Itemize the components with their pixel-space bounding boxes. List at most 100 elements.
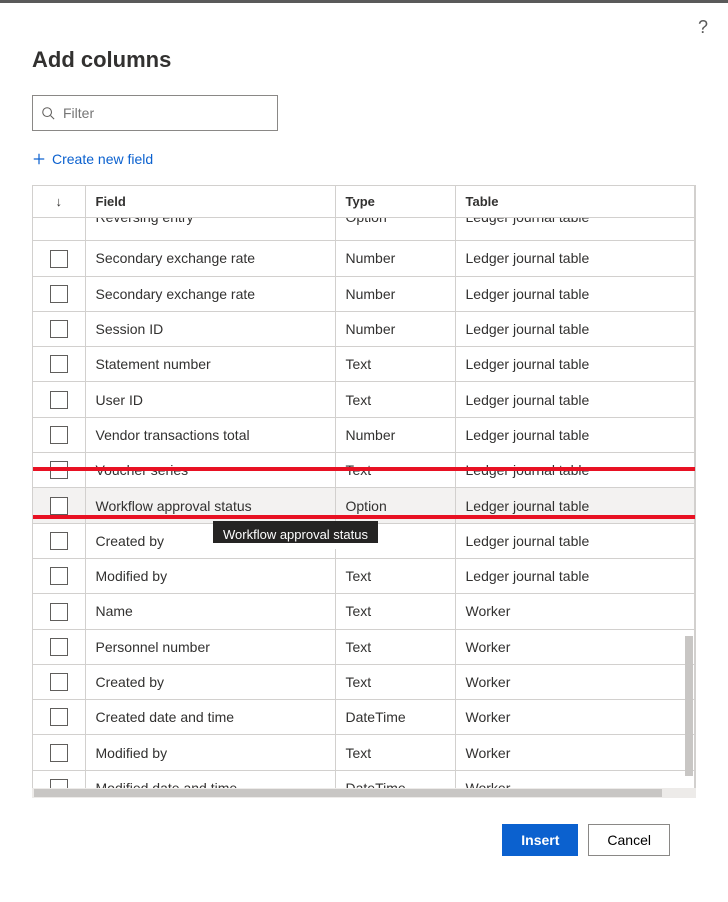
table-cell: Ledger journal table bbox=[455, 417, 695, 452]
table-row[interactable]: Voucher seriesTextLedger journal table bbox=[33, 453, 695, 488]
horizontal-scrollbar-thumb[interactable] bbox=[34, 789, 662, 797]
row-checkbox[interactable] bbox=[50, 320, 68, 338]
cancel-button[interactable]: Cancel bbox=[588, 824, 670, 856]
create-new-field-label: Create new field bbox=[52, 151, 153, 167]
row-checkbox[interactable] bbox=[50, 250, 68, 268]
field-cell: Created date and time bbox=[85, 700, 335, 735]
field-cell: Session ID bbox=[85, 311, 335, 346]
row-checkbox[interactable] bbox=[50, 744, 68, 762]
insert-button[interactable]: Insert bbox=[502, 824, 578, 856]
table-row[interactable]: Modified byTextLedger journal table bbox=[33, 558, 695, 593]
field-cell: Created by bbox=[85, 664, 335, 699]
field-cell: User ID bbox=[85, 382, 335, 417]
table-cell: Ledger journal table bbox=[455, 488, 695, 523]
columns-table-wrap: ↓ Field Type Table Reversing entry Optio… bbox=[32, 185, 696, 788]
table-row[interactable]: NameTextWorker bbox=[33, 594, 695, 629]
field-cell: Personnel number bbox=[85, 629, 335, 664]
row-checkbox[interactable] bbox=[50, 218, 68, 219]
columns-table: ↓ Field Type Table Reversing entry Optio… bbox=[33, 186, 695, 788]
row-checkbox[interactable] bbox=[50, 532, 68, 550]
table-row[interactable]: Modified date and timeDateTimeWorker bbox=[33, 770, 695, 788]
type-cell: Text bbox=[335, 558, 455, 593]
table-column-header[interactable]: Table bbox=[455, 186, 695, 218]
field-cell: Modified date and time bbox=[85, 770, 335, 788]
row-checkbox[interactable] bbox=[50, 779, 68, 788]
row-checkbox[interactable] bbox=[50, 673, 68, 691]
table-row[interactable]: User IDTextLedger journal table bbox=[33, 382, 695, 417]
field-column-header[interactable]: Field bbox=[85, 186, 335, 218]
row-checkbox[interactable] bbox=[50, 391, 68, 409]
page-title: Add columns bbox=[32, 47, 696, 73]
type-cell: Option bbox=[346, 218, 387, 226]
type-cell: Text bbox=[335, 664, 455, 699]
table-cell: Ledger journal table bbox=[466, 218, 590, 226]
table-row[interactable]: Statement numberTextLedger journal table bbox=[33, 347, 695, 382]
type-cell: DateTime bbox=[335, 700, 455, 735]
table-cell: Ledger journal table bbox=[455, 558, 695, 593]
search-icon bbox=[41, 106, 55, 120]
field-cell: Name bbox=[85, 594, 335, 629]
table-cell: Ledger journal table bbox=[455, 241, 695, 276]
type-cell: Text bbox=[335, 629, 455, 664]
type-cell: DateTime bbox=[335, 770, 455, 788]
table-cell: Worker bbox=[455, 770, 695, 788]
table-row[interactable]: Session IDNumberLedger journal table bbox=[33, 311, 695, 346]
row-tooltip: Workflow approval status bbox=[213, 521, 378, 548]
row-checkbox[interactable] bbox=[50, 355, 68, 373]
add-columns-dialog: Add columns Create new field ↓ Field Typ… bbox=[0, 3, 728, 876]
table-cell: Worker bbox=[455, 664, 695, 699]
table-cell: Ledger journal table bbox=[455, 453, 695, 488]
table-row[interactable]: Personnel numberTextWorker bbox=[33, 629, 695, 664]
table-cell: Worker bbox=[455, 594, 695, 629]
type-column-header[interactable]: Type bbox=[335, 186, 455, 218]
table-cell: Ledger journal table bbox=[455, 347, 695, 382]
row-checkbox[interactable] bbox=[50, 567, 68, 585]
create-new-field-link[interactable]: Create new field bbox=[32, 151, 153, 167]
field-cell: Secondary exchange rate bbox=[85, 241, 335, 276]
table-row[interactable]: Vendor transactions totalNumberLedger jo… bbox=[33, 417, 695, 452]
type-cell: Text bbox=[335, 382, 455, 417]
row-checkbox[interactable] bbox=[50, 497, 68, 515]
row-checkbox[interactable] bbox=[50, 603, 68, 621]
horizontal-scrollbar[interactable] bbox=[32, 788, 696, 798]
table-cell: Worker bbox=[455, 700, 695, 735]
table-row[interactable]: Created byTextWorker bbox=[33, 664, 695, 699]
table-row[interactable]: Secondary exchange rateNumberLedger jour… bbox=[33, 241, 695, 276]
field-cell: Vendor transactions total bbox=[85, 417, 335, 452]
table-row[interactable]: Created date and timeDateTimeWorker bbox=[33, 700, 695, 735]
table-row[interactable]: Workflow approval statusOptionLedger jou… bbox=[33, 488, 695, 523]
dialog-footer: Insert Cancel bbox=[32, 798, 696, 856]
row-checkbox[interactable] bbox=[50, 426, 68, 444]
table-cell: Ledger journal table bbox=[455, 311, 695, 346]
field-cell: Secondary exchange rate bbox=[85, 276, 335, 311]
field-cell: Modified by bbox=[85, 735, 335, 770]
type-cell: Number bbox=[335, 241, 455, 276]
table-row[interactable]: Secondary exchange rateNumberLedger jour… bbox=[33, 276, 695, 311]
help-icon[interactable]: ? bbox=[698, 17, 708, 38]
field-cell: Workflow approval status bbox=[85, 488, 335, 523]
field-cell: Statement number bbox=[85, 347, 335, 382]
filter-input[interactable] bbox=[32, 95, 278, 131]
table-header-row: ↓ Field Type Table bbox=[33, 186, 695, 218]
type-cell: Option bbox=[335, 488, 455, 523]
table-cell: Worker bbox=[455, 629, 695, 664]
type-cell: Text bbox=[335, 347, 455, 382]
filter-input-wrap bbox=[32, 95, 696, 131]
type-cell: Number bbox=[335, 276, 455, 311]
table-row[interactable]: Modified byTextWorker bbox=[33, 735, 695, 770]
vertical-scrollbar-thumb[interactable] bbox=[685, 636, 693, 776]
row-checkbox[interactable] bbox=[50, 708, 68, 726]
row-checkbox[interactable] bbox=[50, 638, 68, 656]
type-cell: Text bbox=[335, 453, 455, 488]
field-cell: Reversing entry bbox=[96, 218, 194, 226]
row-checkbox[interactable] bbox=[50, 461, 68, 479]
row-checkbox[interactable] bbox=[50, 285, 68, 303]
sort-column-header[interactable]: ↓ bbox=[33, 186, 85, 218]
plus-icon bbox=[32, 152, 46, 166]
table-row[interactable]: Reversing entry Option Ledger journal ta… bbox=[33, 218, 695, 241]
table-cell: Ledger journal table bbox=[455, 382, 695, 417]
table-cell: Worker bbox=[455, 735, 695, 770]
type-cell: Number bbox=[335, 417, 455, 452]
table-cell: Ledger journal table bbox=[455, 523, 695, 558]
table-cell: Ledger journal table bbox=[455, 276, 695, 311]
